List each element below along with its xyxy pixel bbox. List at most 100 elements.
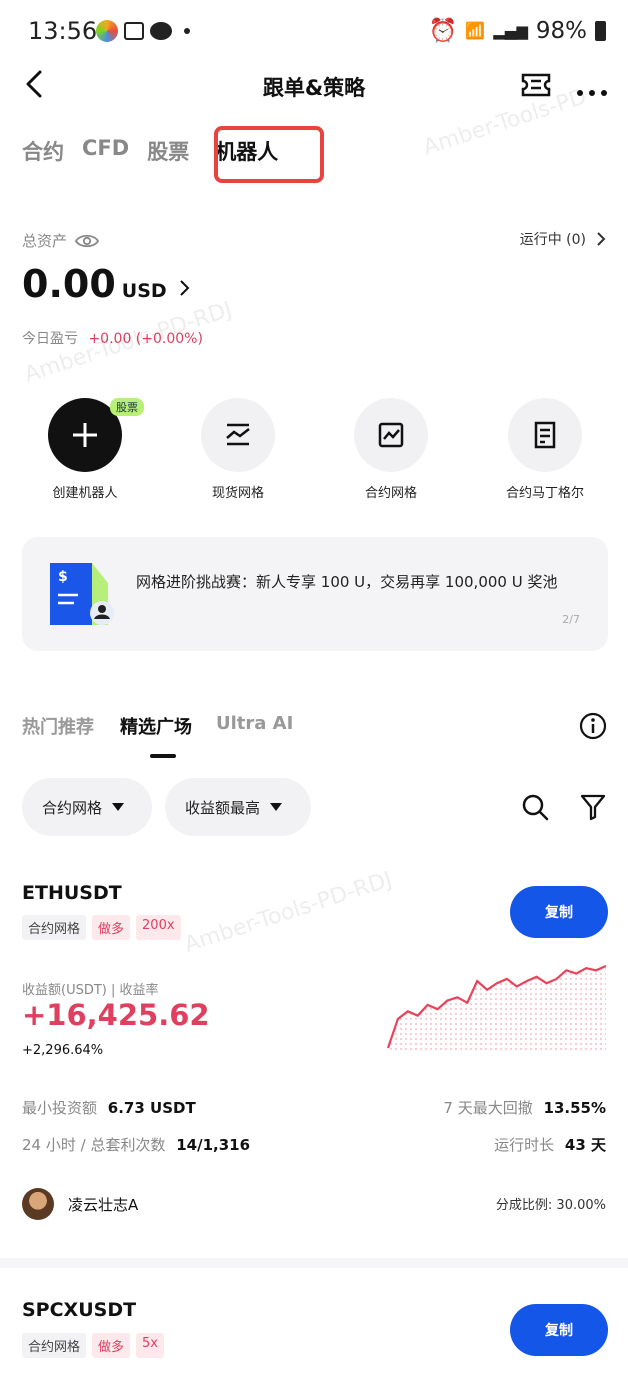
ticket-icon: [521, 73, 551, 97]
tab-ultra-ai[interactable]: Ultra AI: [216, 713, 293, 739]
feature-label: 合约马丁格尔: [505, 486, 584, 501]
status-bar: 13:56 ⏰ 📶 ▂▄▆ 98%: [0, 0, 628, 64]
runtime-label: 运行时长: [494, 1136, 555, 1154]
info-icon: [579, 712, 607, 740]
caret-down-icon: [270, 803, 283, 811]
tab-featured[interactable]: 精选广场: [120, 713, 192, 739]
status-right: ⏰ 📶 ▂▄▆ 98%: [429, 17, 606, 44]
today-pnl-value: +0.00 (+0.00%): [88, 331, 203, 347]
chevron-right-icon: [179, 280, 190, 296]
search-icon: [522, 794, 549, 821]
futures-grid-button[interactable]: 合约网格: [326, 398, 456, 501]
tab-stocks[interactable]: 股票: [147, 136, 189, 166]
running-text: 运行中 (0): [519, 232, 586, 248]
stock-badge: 股票: [110, 398, 144, 416]
min-invest-value: 6.73 USDT: [107, 1099, 196, 1117]
futures-grid-icon: [354, 398, 428, 472]
share-ratio: 分成比例: 30.00%: [495, 1198, 606, 1213]
chevron-right-icon: [597, 232, 606, 246]
divider: [0, 1258, 628, 1268]
filter-type-label: 合约网格: [42, 798, 103, 817]
drawdown-value: 13.55%: [543, 1099, 606, 1117]
avatar: [22, 1188, 54, 1220]
martingale-icon: [508, 398, 582, 472]
spot-grid-button[interactable]: 现货网格: [173, 398, 303, 501]
feature-label: 创建机器人: [52, 486, 118, 501]
info-button[interactable]: [579, 712, 607, 744]
status-time: 13:56: [28, 17, 98, 45]
total-assets-label: 总资产: [22, 230, 100, 251]
tab-cfd[interactable]: CFD: [82, 136, 129, 166]
more-icon: [577, 90, 607, 96]
promo-banner[interactable]: $ 网格进阶挑战赛：新人专享 100 U，交易再享 100,000 U 奖池 2…: [22, 537, 608, 651]
ticket-button[interactable]: [520, 70, 552, 100]
eye-icon[interactable]: [75, 233, 100, 249]
today-pnl: 今日盈亏 +0.00 (+0.00%): [22, 328, 203, 348]
total-assets-text: 总资产: [22, 232, 68, 250]
tag-long: 做多: [92, 915, 131, 940]
active-tab-indicator: [150, 754, 176, 758]
svg-text:$: $: [58, 569, 68, 585]
banner-text: 网格进阶挑战赛：新人专享 100 U，交易再享 100,000 U 奖池: [136, 573, 558, 591]
caret-down-icon: [112, 803, 125, 811]
strategy-symbol: ETHUSDT: [22, 882, 122, 904]
author-name: 凌云壮志A: [68, 1195, 139, 1214]
min-invest-label: 最小投资额: [22, 1099, 98, 1117]
runtime-value: 43 天: [564, 1136, 606, 1154]
filter-type[interactable]: 合约网格: [22, 778, 152, 836]
tag-futures-grid: 合约网格: [22, 1333, 87, 1358]
running-link[interactable]: 运行中 (0): [520, 229, 606, 249]
total-assets-value[interactable]: 0.00 USD: [22, 262, 191, 306]
tab-futures[interactable]: 合约: [22, 136, 64, 166]
document-icon: $: [48, 561, 114, 627]
tab-hot[interactable]: 热门推荐: [22, 713, 94, 739]
arbitrage: 24 小时 / 总套利次数 14/1,316: [22, 1134, 250, 1155]
create-robot-button[interactable]: 股票 创建机器人: [20, 398, 150, 501]
copy-button[interactable]: 复制: [510, 886, 608, 938]
profit-chart: [386, 964, 607, 1052]
filter-icon: [580, 794, 606, 821]
martingale-button[interactable]: 合约马丁格尔: [480, 398, 610, 501]
more-button[interactable]: [576, 82, 608, 101]
filter-button[interactable]: [580, 793, 606, 825]
wifi-icon: 📶: [465, 21, 486, 40]
chart-area: [388, 966, 606, 1052]
tag-long: 做多: [92, 1333, 131, 1358]
watermark: Amber-Tools-PD-RDJ: [181, 867, 396, 958]
highlight-box: [214, 126, 324, 183]
today-pnl-label: 今日盈亏: [22, 331, 78, 347]
tag-leverage: 200x: [136, 915, 181, 940]
profit-rate: +2,296.64%: [22, 1043, 104, 1058]
battery-icon: [595, 20, 606, 41]
dot-icon: [184, 28, 190, 34]
alarm-icon: ⏰: [428, 18, 458, 44]
battery-text: 98%: [535, 17, 587, 44]
spot-grid-icon: [201, 398, 275, 472]
banner-pager: 2/7: [562, 613, 580, 626]
gallery-icon: [124, 22, 144, 40]
drawdown: 7 天最大回撤 13.55%: [443, 1097, 606, 1118]
strategy-tags: 合约网格 做多 5x: [22, 1333, 164, 1358]
wechat-icon: [150, 22, 172, 40]
filter-sort[interactable]: 收益额最高: [165, 778, 311, 836]
arbitrage-label: 24 小时 / 总套利次数: [22, 1136, 166, 1154]
copy-button[interactable]: 复制: [510, 1304, 608, 1356]
app-icon: [96, 20, 118, 42]
min-invest: 最小投资额 6.73 USDT: [22, 1097, 196, 1118]
filter-sort-label: 收益额最高: [185, 798, 261, 817]
signal-icon: ▂▄▆: [493, 21, 528, 40]
status-notification-icons: [96, 20, 190, 42]
assets-currency: USD: [121, 280, 167, 302]
strategy-tags: 合约网格 做多 200x: [22, 915, 181, 940]
assets-amount: 0.00: [22, 262, 116, 306]
feature-label: 合约网格: [364, 486, 417, 501]
runtime: 运行时长 43 天: [494, 1134, 606, 1155]
drawdown-label: 7 天最大回撤: [443, 1099, 533, 1117]
feature-label: 现货网格: [211, 486, 264, 501]
author[interactable]: 凌云壮志A: [22, 1188, 138, 1220]
search-button[interactable]: [521, 793, 549, 825]
profit-label: 收益额(USDT) | 收益率: [22, 983, 159, 998]
tag-leverage: 5x: [136, 1333, 164, 1358]
arbitrage-value: 14/1,316: [176, 1136, 251, 1154]
profit-value: +16,425.62: [22, 998, 210, 1032]
